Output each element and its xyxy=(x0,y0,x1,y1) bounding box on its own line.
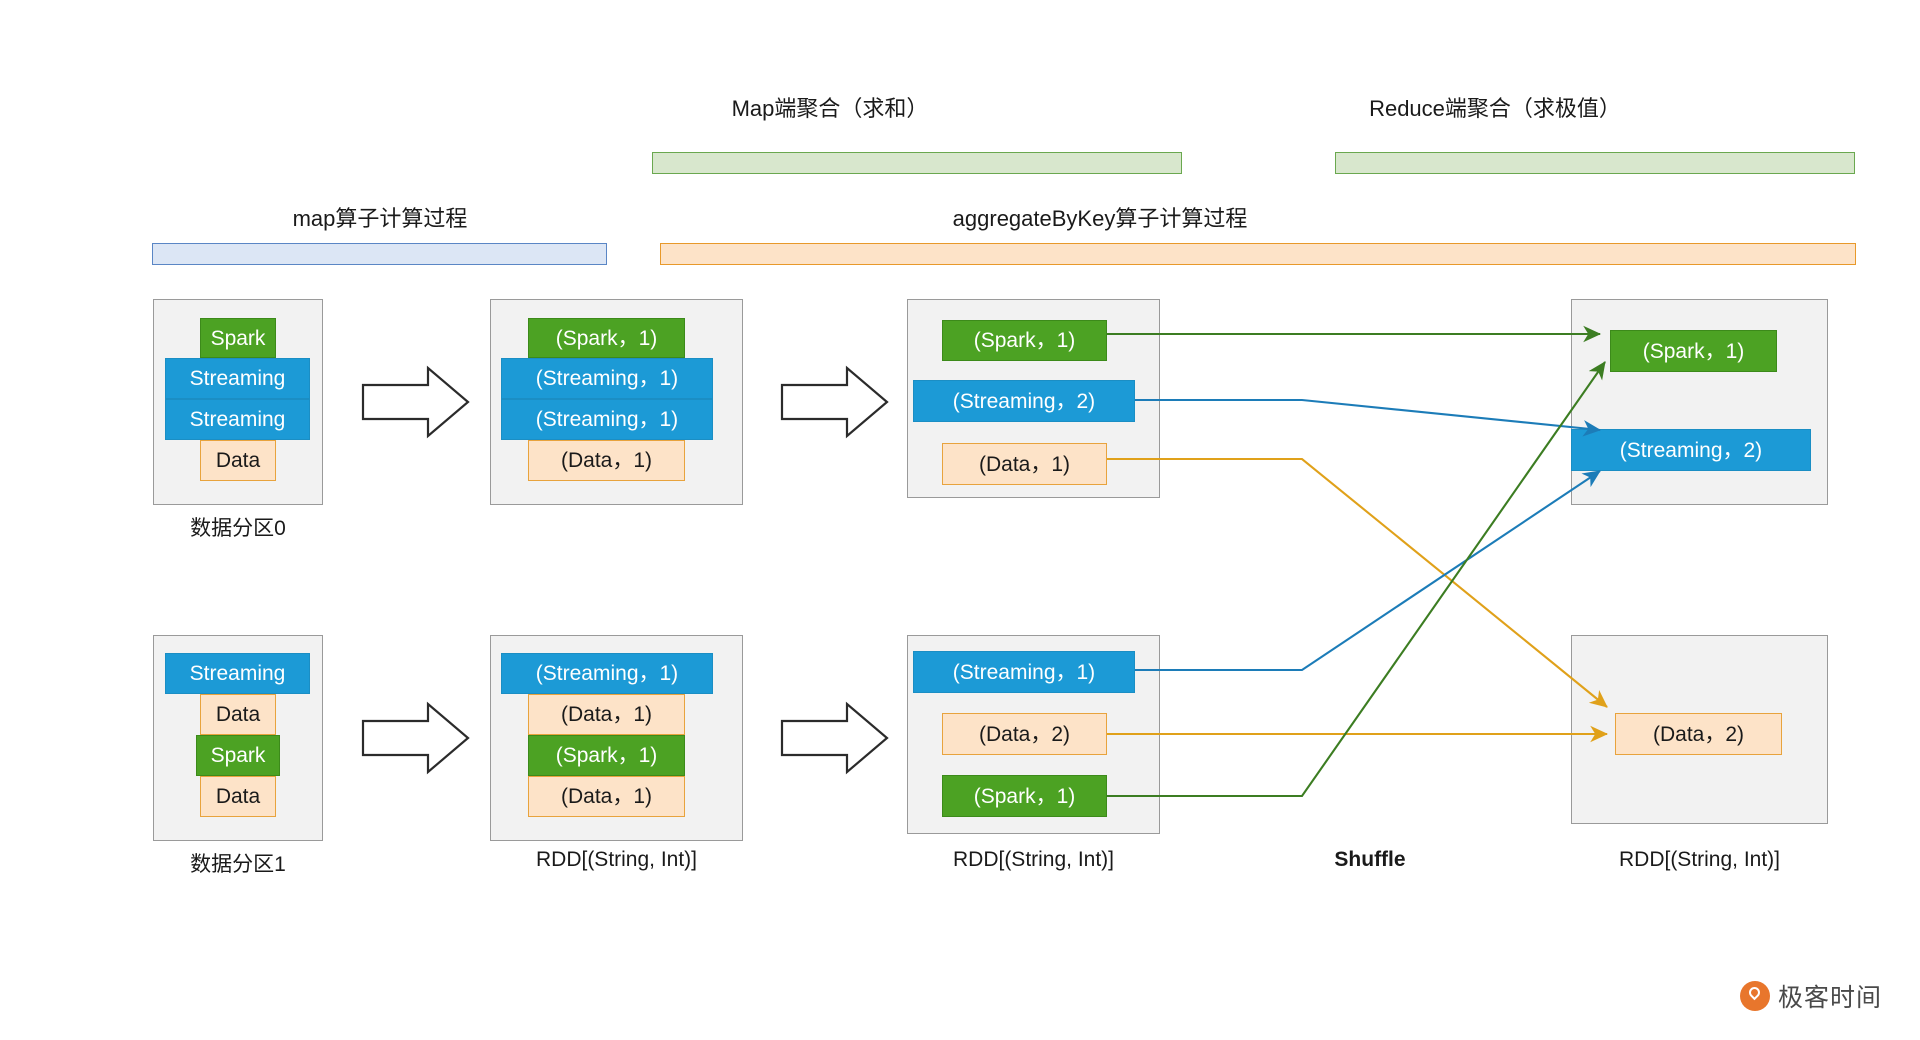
record-chip: (Data，2) xyxy=(942,713,1107,755)
banner-label-map-op: map算子计算过程 xyxy=(292,206,468,231)
caption-partition-0: 数据分区0 xyxy=(190,517,286,540)
record-chip: (Spark，1) xyxy=(942,320,1107,361)
record-chip: Streaming xyxy=(165,358,310,399)
record-chip: (Spark，1) xyxy=(942,775,1107,817)
geekbang-wordmark: 极客时间 xyxy=(1778,984,1883,1012)
geekbang-mark-icon xyxy=(1740,981,1770,1011)
record-chip: Data xyxy=(200,440,276,481)
banner-bar-aggbykey xyxy=(660,243,1856,265)
record-chip: (Streaming，1) xyxy=(501,358,713,399)
banner-bar-reduce-agg xyxy=(1335,152,1855,174)
banner-label-reduce-agg: Reduce端聚合（求极值） xyxy=(1369,96,1621,121)
aggregate-transform-arrow xyxy=(780,701,889,775)
geekbang-logo: 极客时间 xyxy=(1740,978,1882,1014)
record-chip: (Data，1) xyxy=(528,694,685,735)
shuffle-line-streaming-p1 xyxy=(1135,470,1601,672)
record-chip: Data xyxy=(200,776,276,817)
diagram-canvas: Map端聚合（求和） Reduce端聚合（求极值） map算子计算过程 aggr… xyxy=(0,0,1920,1040)
banner-bar-map-op xyxy=(152,243,607,265)
record-chip: (Data，1) xyxy=(528,440,685,481)
record-chip: (Spark，1) xyxy=(528,735,685,776)
record-chip: (Streaming，1) xyxy=(501,653,713,694)
map-transform-arrow xyxy=(361,701,470,775)
caption-rdd-reduced: RDD[(String, Int)] xyxy=(1618,848,1781,871)
record-chip: (Streaming，1) xyxy=(501,399,713,440)
shuffle-line-data-p0 xyxy=(1107,457,1608,708)
caption-rdd-mapped: RDD[(String, Int)] xyxy=(535,848,698,871)
record-chip: (Streaming，1) xyxy=(913,651,1135,693)
banner-label-map-agg: Map端聚合（求和） xyxy=(731,96,929,121)
shuffle-line-spark-p1 xyxy=(1107,361,1606,798)
record-chip: (Streaming，2) xyxy=(913,380,1135,422)
caption-partition-1: 数据分区1 xyxy=(190,853,286,876)
caption-shuffle: Shuffle xyxy=(1334,848,1406,871)
record-chip: Spark xyxy=(196,735,280,776)
record-chip: Streaming xyxy=(165,653,310,694)
record-chip: Streaming xyxy=(165,399,310,440)
banner-bar-map-agg xyxy=(652,152,1182,174)
record-chip: (Streaming，2) xyxy=(1571,429,1811,471)
record-chip: (Spark，1) xyxy=(1610,330,1777,372)
banner-label-aggbykey: aggregateByKey算子计算过程 xyxy=(952,206,1248,231)
record-chip: (Spark，1) xyxy=(528,318,685,358)
record-chip: (Data，2) xyxy=(1615,713,1782,755)
record-chip: (Data，1) xyxy=(942,443,1107,485)
aggregate-transform-arrow xyxy=(780,365,889,439)
map-transform-arrow xyxy=(361,365,470,439)
record-chip: Data xyxy=(200,694,276,735)
shuffle-line-streaming-p0 xyxy=(1135,398,1602,437)
caption-rdd-mapagg: RDD[(String, Int)] xyxy=(952,848,1115,871)
record-chip: Spark xyxy=(200,318,276,358)
record-chip: (Data，1) xyxy=(528,776,685,817)
